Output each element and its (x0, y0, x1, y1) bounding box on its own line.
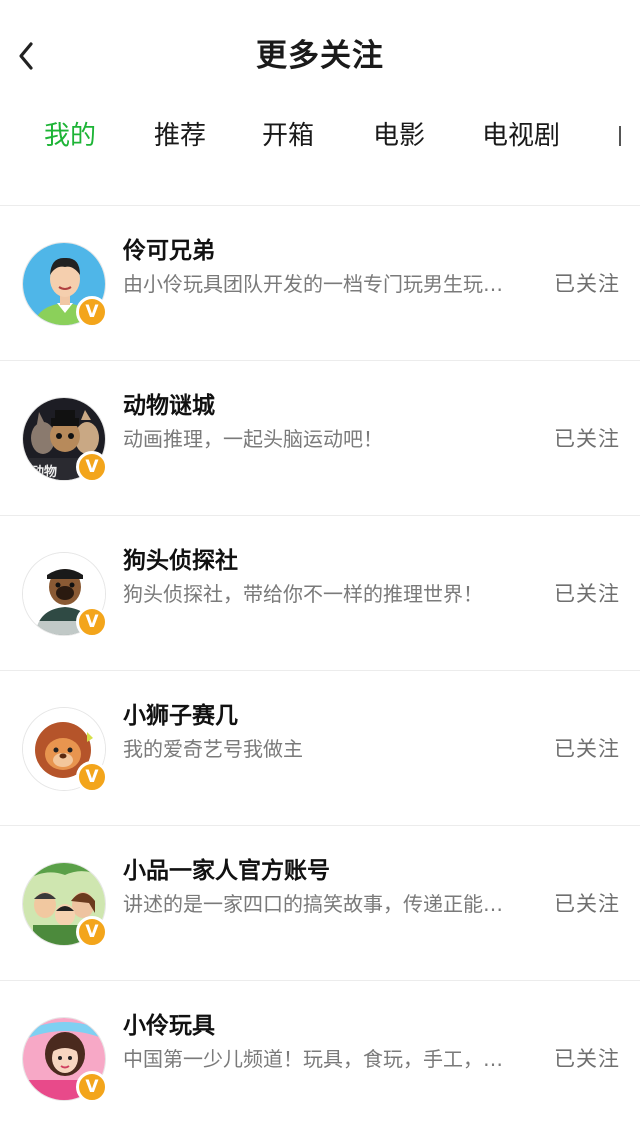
tab-mine[interactable]: 我的 (44, 116, 96, 156)
avatar[interactable]: V (22, 862, 108, 948)
account-description: 狗头侦探社，带给你不一样的推理世界！ (123, 582, 483, 606)
followed-list: V 伶可兄弟 由小伶玩具团队开发的一档专门玩男生玩… 已关注 动物 V 动物谜城… (0, 206, 640, 1136)
list-item[interactable]: V 伶可兄弟 由小伶玩具团队开发的一档专门玩男生玩… 已关注 (0, 206, 640, 361)
followed-button[interactable]: 已关注 (554, 888, 620, 920)
list-item[interactable]: V 小伶玩具 中国第一少儿频道！玩具，食玩，手工，… 已关注 (0, 981, 640, 1136)
svg-text:动物: 动物 (31, 464, 57, 480)
verified-badge: V (76, 916, 108, 948)
verified-badge: V (76, 761, 108, 793)
verified-badge: V (76, 296, 108, 328)
account-description: 讲述的是一家四口的搞笑故事，传递正能… (123, 892, 503, 916)
account-name: 狗头侦探社 (123, 548, 238, 574)
page-title: 更多关注 (256, 38, 384, 74)
avatar[interactable]: V (22, 1017, 108, 1103)
tab-unboxing[interactable]: 开箱 (262, 116, 314, 156)
account-description: 由小伶玩具团队开发的一档专门玩男生玩… (123, 272, 503, 296)
followed-button[interactable]: 已关注 (554, 578, 620, 610)
account-name: 动物谜城 (123, 393, 215, 419)
list-item[interactable]: V 小狮子赛几 我的爱奇艺号我做主 已关注 (0, 671, 640, 826)
followed-button[interactable]: 已关注 (554, 423, 620, 455)
verified-badge: V (76, 1071, 108, 1103)
list-item[interactable]: 动物 V 动物谜城 动画推理，一起头脑运动吧！ 已关注 (0, 361, 640, 516)
account-name: 伶可兄弟 (123, 238, 215, 264)
list-item[interactable]: V 狗头侦探社 狗头侦探社，带给你不一样的推理世界！ 已关注 (0, 516, 640, 671)
account-description: 动画推理，一起头脑运动吧！ (123, 427, 383, 451)
tab-overflow-divider (619, 126, 621, 146)
category-tabs: 我的 推荐 开箱 电影 电视剧 (0, 112, 640, 164)
avatar[interactable]: V (22, 242, 108, 328)
avatar[interactable]: V (22, 552, 108, 638)
followed-button[interactable]: 已关注 (554, 1043, 620, 1075)
followed-button[interactable]: 已关注 (554, 268, 620, 300)
list-item[interactable]: V 小品一家人官方账号 讲述的是一家四口的搞笑故事，传递正能… 已关注 (0, 826, 640, 981)
account-name: 小伶玩具 (123, 1013, 215, 1039)
top-bar: 更多关注 (0, 0, 640, 112)
tab-movie[interactable]: 电影 (373, 116, 425, 156)
account-name: 小狮子赛几 (123, 703, 238, 729)
tab-tv-series[interactable]: 电视剧 (482, 116, 560, 156)
avatar[interactable]: 动物 V (22, 397, 108, 483)
account-name: 小品一家人官方账号 (123, 858, 330, 884)
account-description: 我的爱奇艺号我做主 (123, 737, 303, 761)
verified-badge: V (76, 606, 108, 638)
followed-button[interactable]: 已关注 (554, 733, 620, 765)
verified-badge: V (76, 451, 108, 483)
tab-recommend[interactable]: 推荐 (154, 116, 206, 156)
avatar[interactable]: V (22, 707, 108, 793)
account-description: 中国第一少儿频道！玩具，食玩，手工，… (123, 1047, 503, 1071)
